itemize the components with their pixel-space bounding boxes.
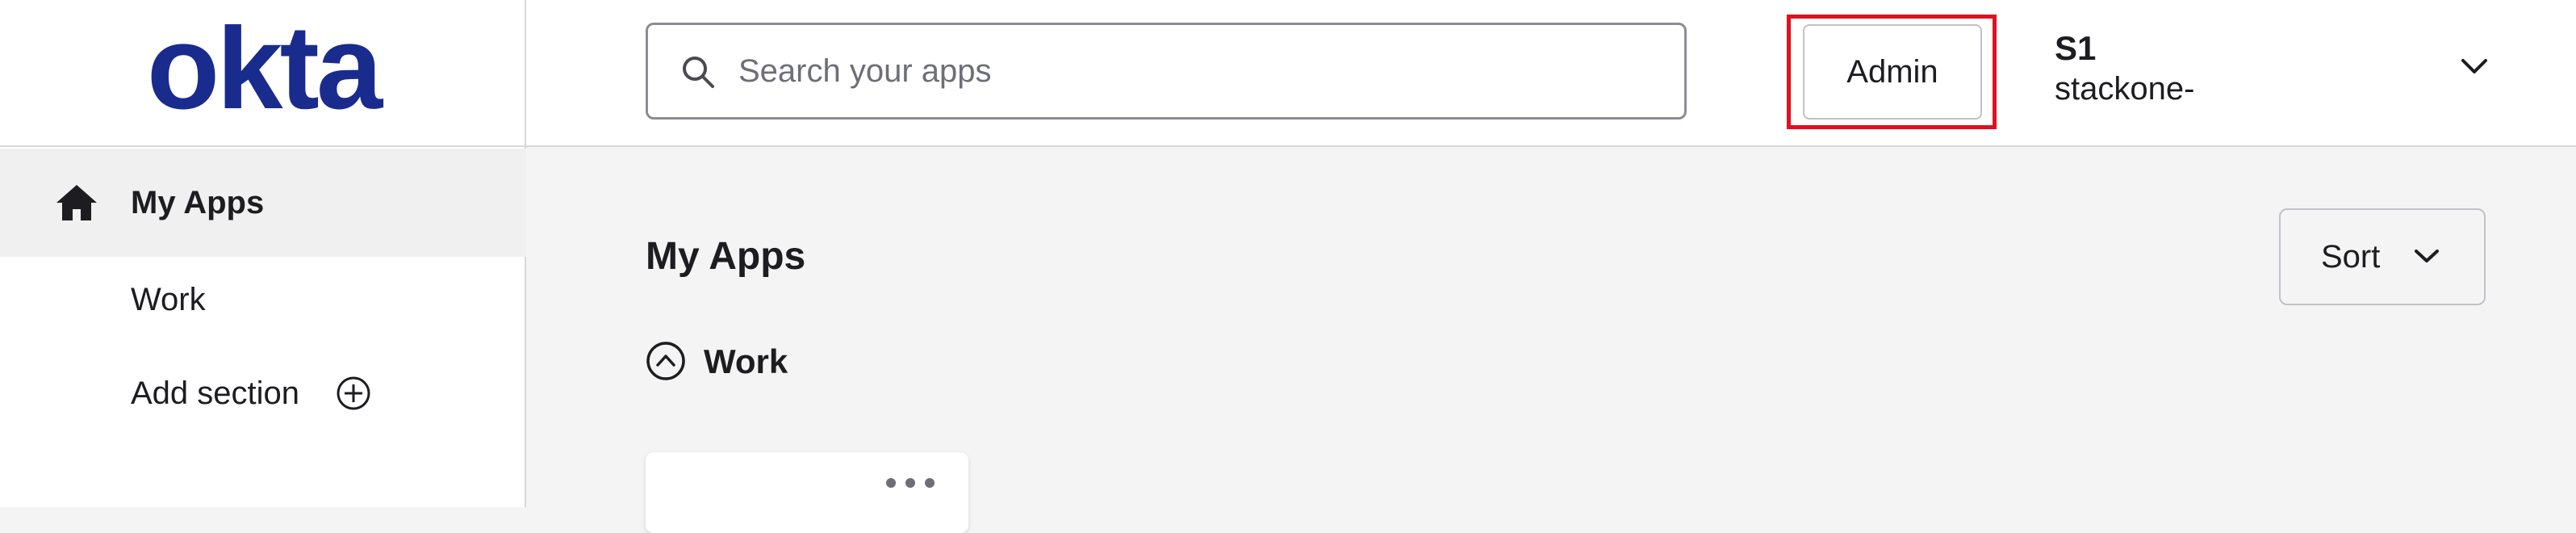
top-header: Search your apps Admin S1 stackone-	[526, 0, 2576, 147]
search-input[interactable]: Search your apps	[646, 23, 1687, 120]
okta-logo[interactable]: okta	[118, 24, 408, 121]
logo-area: okta	[0, 0, 526, 147]
sidebar-item-label: My Apps	[131, 184, 265, 220]
section-title-work: Work	[704, 342, 788, 380]
app-card[interactable]	[646, 452, 968, 533]
sidebar-item-label: Add section	[131, 375, 300, 411]
user-org-name[interactable]: stackone-	[2055, 71, 2194, 107]
svg-text:okta: okta	[147, 24, 384, 121]
sort-button[interactable]: Sort	[2279, 208, 2486, 305]
user-initials[interactable]: S1	[2055, 29, 2096, 68]
search-icon	[683, 57, 714, 88]
more-options-icon[interactable]	[884, 476, 936, 489]
sidebar-item-work[interactable]: Work	[0, 246, 526, 354]
home-icon	[56, 185, 97, 220]
sidebar-item-add-section[interactable]: Add section	[0, 339, 526, 447]
collapse-section-icon[interactable]	[646, 341, 686, 381]
chevron-down-icon	[2415, 250, 2439, 262]
sidebar-item-label: Work	[131, 281, 206, 317]
main-content: My Apps Sort Work	[526, 147, 2576, 533]
plus-circle-icon[interactable]	[336, 376, 371, 411]
sort-label: Sort	[2321, 238, 2381, 275]
chevron-down-icon[interactable]	[2460, 57, 2489, 76]
page-title: My Apps	[646, 235, 806, 278]
admin-button[interactable]: Admin	[1803, 24, 1982, 120]
search-placeholder: Search your apps	[738, 52, 992, 89]
sidebar-item-my-apps[interactable]: My Apps	[0, 149, 526, 257]
sidebar: okta My Apps Work Add section	[0, 0, 526, 507]
